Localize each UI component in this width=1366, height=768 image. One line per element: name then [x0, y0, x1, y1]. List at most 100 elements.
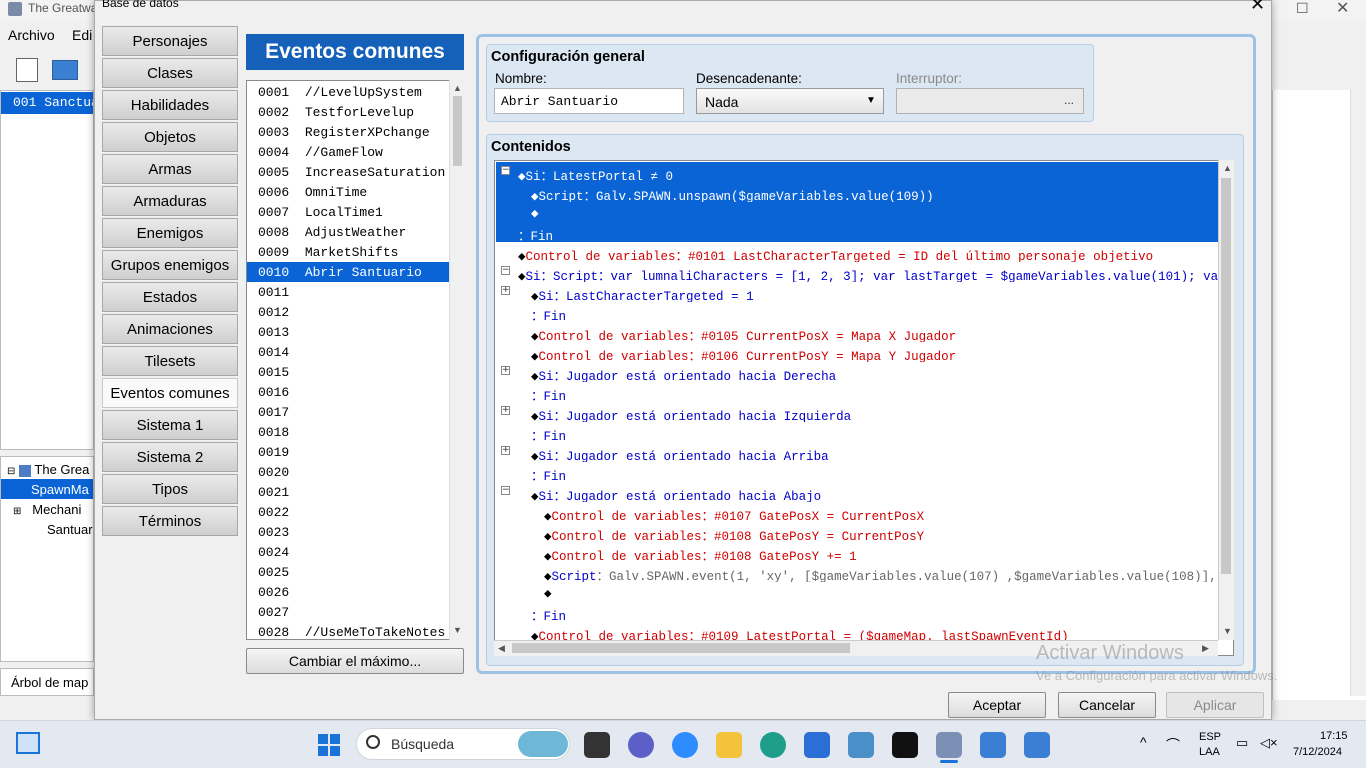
expand-icon[interactable]: +: [501, 446, 510, 455]
event-list-item[interactable]: 0027: [247, 602, 449, 622]
event-list-item[interactable]: 0026: [247, 582, 449, 602]
menu-edicion[interactable]: Edi: [72, 27, 92, 43]
event-list-item[interactable]: 0003 RegisterXPchange: [247, 122, 449, 142]
cancel-button[interactable]: Cancelar: [1058, 692, 1156, 718]
event-command-row[interactable]: ◆Script：Galv.SPAWN.unspawn($gameVariable…: [496, 182, 1218, 202]
event-list-item[interactable]: 0016: [247, 382, 449, 402]
event-command-row[interactable]: ：Fin: [496, 382, 1218, 402]
event-command-row[interactable]: ：Fin: [496, 422, 1218, 442]
event-list-item[interactable]: 0009 MarketShifts: [247, 242, 449, 262]
event-name-input[interactable]: Abrir Santuario: [494, 88, 684, 114]
commands-hscroll-thumb[interactable]: [512, 643, 850, 653]
edge-icon[interactable]: [760, 732, 786, 758]
menu-archivo[interactable]: Archivo: [8, 27, 55, 43]
category-animaciones[interactable]: Animaciones: [102, 314, 238, 344]
window-controls[interactable]: ☐ ✕: [1274, 0, 1366, 20]
tray-chevron-icon[interactable]: ^: [1140, 734, 1147, 750]
event-list-item[interactable]: 0007 LocalTime1: [247, 202, 449, 222]
trigger-select[interactable]: Nada: [696, 88, 884, 114]
close-icon[interactable]: ✕: [1336, 0, 1349, 18]
map-scrollbar[interactable]: [1350, 90, 1366, 696]
language-indicator[interactable]: ESP: [1199, 731, 1221, 743]
event-command-row[interactable]: ◆: [496, 582, 1218, 602]
start-icon[interactable]: [318, 734, 340, 756]
event-list-item[interactable]: 0011: [247, 282, 449, 302]
teams-icon[interactable]: [628, 732, 654, 758]
apply-button[interactable]: Aplicar: [1166, 692, 1264, 718]
event-list-item[interactable]: 0013: [247, 322, 449, 342]
dialog-close-icon[interactable]: ✕: [1250, 0, 1265, 15]
category-eventos-comunes[interactable]: Eventos comunes: [102, 378, 238, 408]
event-command-row[interactable]: ：Fin: [496, 462, 1218, 482]
event-list-item[interactable]: 0012: [247, 302, 449, 322]
category-clases[interactable]: Clases: [102, 58, 238, 88]
terminal-icon[interactable]: [584, 732, 610, 758]
scroll-right-icon[interactable]: ▶: [1202, 643, 1209, 654]
category-grupos-enemigos[interactable]: Grupos enemigos: [102, 250, 238, 280]
category-objetos[interactable]: Objetos: [102, 122, 238, 152]
event-list-item[interactable]: 0025: [247, 562, 449, 582]
tree-item-spawnmap[interactable]: SpawnMa: [1, 479, 93, 499]
expand-icon[interactable]: +: [501, 406, 510, 415]
zoom-icon[interactable]: [672, 732, 698, 758]
event-list-item[interactable]: 0002 TestforLevelup: [247, 102, 449, 122]
widgets-icon[interactable]: [16, 732, 40, 754]
event-command-row[interactable]: ：Fin: [496, 302, 1218, 322]
event-command-row[interactable]: ：Fin: [496, 222, 1218, 242]
event-list-item[interactable]: 0021: [247, 482, 449, 502]
keyboard-layout-indicator[interactable]: LAA: [1199, 746, 1220, 758]
tree-item-santuario[interactable]: Santuar: [1, 519, 93, 539]
scroll-thumb[interactable]: [453, 96, 462, 166]
landscape-icon[interactable]: [518, 731, 568, 757]
scroll-up-icon[interactable]: ▲: [453, 83, 462, 93]
event-command-row[interactable]: − ◆Si：LatestPortal ≠ 0: [496, 162, 1218, 182]
chevron-down-icon[interactable]: ▼: [866, 95, 876, 106]
event-command-row[interactable]: ：Fin: [496, 602, 1218, 622]
event-list-item[interactable]: 0006 OmniTime: [247, 182, 449, 202]
expand-icon[interactable]: +: [501, 366, 510, 375]
rpgmaker-icon[interactable]: [936, 732, 962, 758]
category-tipos[interactable]: Tipos: [102, 474, 238, 504]
event-command-row[interactable]: ◆Control de variables：#0108 GatePosY += …: [496, 542, 1218, 562]
event-list-item[interactable]: 0024: [247, 542, 449, 562]
event-command-row[interactable]: ◆Control de variables：#0101 LastCharacte…: [496, 242, 1218, 262]
event-list-item[interactable]: 0028 //UseMeToTakeNotes: [247, 622, 449, 639]
display-icon[interactable]: ▭: [1236, 735, 1248, 751]
event-command-row[interactable]: + ◆Si：Jugador está orientado hacia Izquie…: [496, 402, 1218, 422]
event-list-item[interactable]: 0005 IncreaseSaturation: [247, 162, 449, 182]
expand-icon[interactable]: +: [501, 286, 510, 295]
event-list-item[interactable]: 0014: [247, 342, 449, 362]
category-armas[interactable]: Armas: [102, 154, 238, 184]
event-command-row[interactable]: + ◆Si：Jugador está orientado hacia Derech…: [496, 362, 1218, 382]
volume-icon[interactable]: ◁×: [1260, 735, 1278, 751]
event-command-row[interactable]: + ◆Si：Jugador está orientado hacia Arriba: [496, 442, 1218, 462]
event-list-item[interactable]: 0001 //LevelUpSystem: [247, 82, 449, 102]
tree-root[interactable]: ⊟ The Grea: [1, 459, 93, 479]
event-list-item[interactable]: 0004 //GameFlow: [247, 142, 449, 162]
collapse-icon[interactable]: −: [501, 486, 510, 495]
accept-button[interactable]: Aceptar: [948, 692, 1046, 718]
change-max-button[interactable]: Cambiar el máximo...: [246, 648, 464, 674]
maximize-icon[interactable]: ☐: [1296, 0, 1309, 17]
commands-vscroll-thumb[interactable]: [1221, 178, 1231, 574]
category-términos[interactable]: Términos: [102, 506, 238, 536]
collapse-icon[interactable]: −: [501, 166, 510, 175]
event-command-row[interactable]: ◆Control de variables：#0106 CurrentPosY …: [496, 342, 1218, 362]
control-panel-icon[interactable]: [848, 732, 874, 758]
open-project-icon[interactable]: [52, 60, 78, 80]
new-project-icon[interactable]: [16, 58, 38, 82]
events-scrollbar[interactable]: ▲ ▼: [449, 80, 464, 640]
map-list-item[interactable]: 001 Sanctua: [1, 92, 93, 114]
event-command-row[interactable]: ◆Control de variables：#0107 GatePosX = C…: [496, 502, 1218, 522]
category-personajes[interactable]: Personajes: [102, 26, 238, 56]
tree-item-mechanics[interactable]: ⊞ Mechani: [1, 499, 93, 519]
event-list-item[interactable]: 0010 Abrir Santuario: [247, 262, 449, 282]
event-command-row[interactable]: − ◆Si：Script：var lumnaliCharacters = [1, …: [496, 262, 1218, 282]
capcut-icon[interactable]: [892, 732, 918, 758]
category-estados[interactable]: Estados: [102, 282, 238, 312]
clock-date[interactable]: 7/12/2024: [1293, 746, 1342, 758]
event-command-row[interactable]: ◆Control de variables：#0109 LatestPortal…: [496, 622, 1218, 642]
scroll-down-icon[interactable]: ▼: [453, 625, 462, 635]
event-list-item[interactable]: 0015: [247, 362, 449, 382]
collapse-icon[interactable]: −: [501, 266, 510, 275]
